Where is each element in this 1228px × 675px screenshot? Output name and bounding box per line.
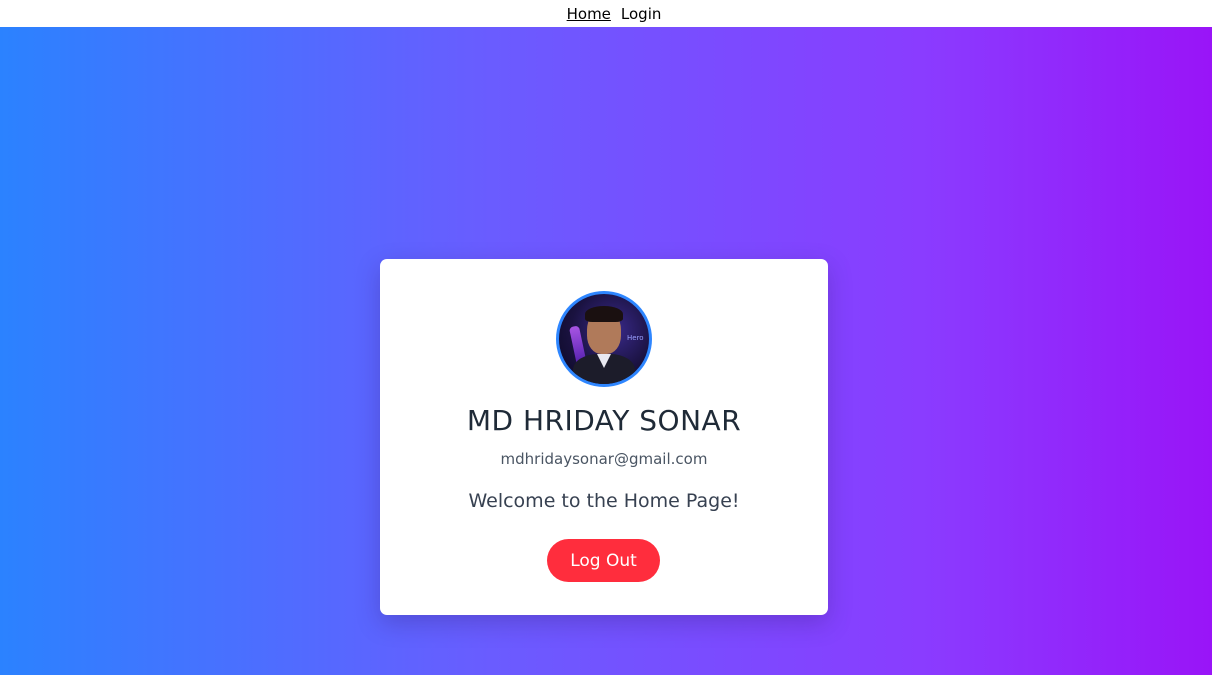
profile-card: Hero MD HRIDAY SONAR mdhridaysonar@gmail…	[380, 259, 828, 615]
user-name: MD HRIDAY SONAR	[466, 404, 742, 437]
hero-background: Hero MD HRIDAY SONAR mdhridaysonar@gmail…	[0, 27, 1228, 675]
user-email: mdhridaysonar@gmail.com	[500, 450, 708, 468]
nav-link-home[interactable]: Home	[567, 5, 611, 23]
scrollbar-track[interactable]	[1212, 0, 1228, 675]
logout-button[interactable]: Log Out	[547, 539, 660, 582]
top-nav: Home Login	[0, 0, 1228, 27]
welcome-message: Welcome to the Home Page!	[468, 490, 740, 512]
avatar: Hero	[556, 291, 652, 387]
avatar-caption: Hero	[627, 334, 644, 342]
nav-link-login[interactable]: Login	[621, 5, 661, 23]
